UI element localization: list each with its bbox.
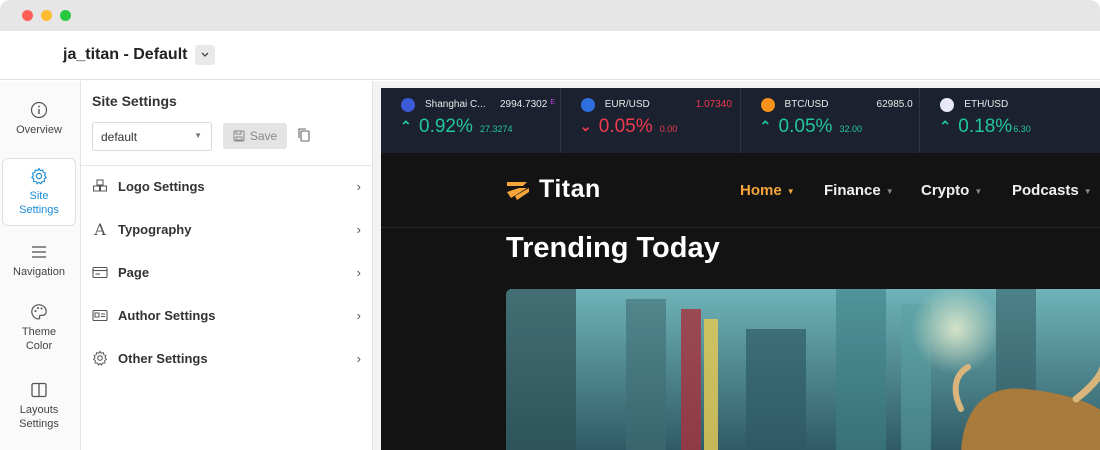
save-button-label: Save	[249, 129, 278, 143]
floppy-disk-icon	[233, 130, 245, 142]
bitcoin-icon	[760, 98, 775, 112]
menu-item-other-settings[interactable]: Other Settings ›	[81, 338, 372, 378]
ticker-price: 62985.0	[876, 99, 913, 110]
info-icon	[30, 101, 48, 119]
columns-icon	[31, 382, 47, 398]
caret-down-icon: ▼	[974, 186, 983, 196]
maximize-window-button[interactable]	[60, 10, 71, 21]
chevron-right-icon: ›	[356, 178, 361, 194]
caret-down-icon: ▼	[194, 131, 202, 140]
arrow-up-icon: ⌃	[939, 118, 952, 134]
caret-down-icon: ▼	[885, 186, 894, 196]
menu-item-label: Author Settings	[118, 307, 216, 323]
ethereum-icon	[940, 98, 955, 112]
panel-title: Site Settings	[92, 93, 177, 109]
palette-icon	[31, 304, 47, 320]
copy-icon[interactable]	[297, 127, 311, 143]
template-header: ja_titan - Default	[0, 31, 1100, 80]
ticker-change: 32.00	[839, 124, 863, 134]
minimize-window-button[interactable]	[41, 10, 52, 21]
save-button[interactable]: Save	[223, 123, 287, 149]
ticker-symbol: ETH/USD	[964, 99, 1009, 110]
site-logo[interactable]: Titan	[505, 175, 601, 204]
template-title: ja_titan - Default	[63, 46, 188, 63]
menu-item-page[interactable]: Page ›	[81, 252, 372, 292]
rail-item-overview[interactable]: Overview	[2, 101, 76, 137]
ticker-item[interactable]: Shanghai C... 2994.7302 E ⌃ 0.92% 27.3274	[381, 88, 561, 153]
ticker-change: 6.30	[1013, 124, 1031, 134]
caret-down-icon: ▼	[786, 186, 795, 196]
ticker-item[interactable]: ETH/USD ⌃ 0.18% 6.30	[920, 88, 1100, 153]
ticker-item[interactable]: EUR/USD 1.07340 ⌄ 0.05% 0.00	[561, 88, 741, 153]
shanghai-index-icon	[401, 98, 415, 112]
arrow-up-icon: ⌃	[759, 118, 772, 134]
site-preview[interactable]: Shanghai C... 2994.7302 E ⌃ 0.92% 27.3274…	[381, 88, 1100, 450]
arrow-up-icon: ⌃	[400, 118, 412, 134]
menu-item-logo-settings[interactable]: Logo Settings ›	[81, 166, 372, 206]
rail-item-site-settings[interactable]: Site Settings	[2, 158, 76, 226]
chevron-down-icon	[202, 52, 209, 57]
hero-illustration	[506, 289, 1100, 450]
rail-item-navigation[interactable]: Navigation	[2, 243, 76, 279]
rail-item-label: Navigation	[13, 266, 65, 278]
ticker-price: 2994.7302 E	[500, 99, 555, 110]
market-ticker: Shanghai C... 2994.7302 E ⌃ 0.92% 27.3274…	[381, 88, 1100, 153]
hamburger-icon	[32, 246, 46, 258]
chevron-right-icon: ›	[356, 307, 361, 323]
logo-text: Titan	[539, 175, 601, 203]
menu-item-label: Logo Settings	[118, 178, 205, 194]
gear-icon	[31, 167, 47, 185]
ticker-symbol: EUR/USD	[604, 99, 650, 110]
ticker-symbol: Shanghai C...	[425, 99, 486, 110]
rail-item-label: Layouts Settings	[19, 404, 59, 430]
ticker-percent: 0.92%	[419, 116, 473, 137]
globe-currency-icon	[580, 98, 595, 112]
ticker-percent: 0.05%	[598, 116, 653, 137]
app-window: ja_titan - Default Overview Site Setting…	[0, 0, 1100, 450]
ticker-symbol: BTC/USD	[784, 99, 829, 110]
titan-logo-icon	[507, 181, 529, 200]
preset-select[interactable]: default ▼	[92, 122, 212, 151]
ticker-item[interactable]: BTC/USD 62985.0 ⌃ 0.05% 32.00	[741, 88, 921, 153]
rail-item-layouts-settings[interactable]: Layouts Settings	[2, 381, 76, 431]
gear-icon	[91, 349, 109, 367]
card-icon	[91, 263, 109, 281]
menu-item-label: Other Settings	[118, 350, 208, 366]
ticker-change: 0.00	[659, 124, 678, 134]
nav-crypto[interactable]: Crypto ▼	[921, 182, 982, 199]
ticker-percent: 0.18%	[958, 116, 1013, 137]
settings-panel: Site Settings default ▼ Save Logo Settin…	[81, 81, 373, 450]
cubes-icon	[91, 177, 109, 195]
section-heading: Trending Today	[506, 232, 720, 264]
site-navbar: Titan Home ▼ Finance ▼ Crypto ▼ Podcasts ▼	[381, 153, 1100, 228]
chevron-right-icon: ›	[356, 350, 361, 366]
menu-item-label: Typography	[118, 221, 192, 237]
menu-item-author-settings[interactable]: Author Settings ›	[81, 295, 372, 335]
rail-item-theme-color[interactable]: Theme Color	[2, 303, 76, 353]
menu-item-typography[interactable]: A Typography ›	[81, 209, 372, 249]
nav-home[interactable]: Home ▼	[740, 182, 795, 199]
hero-image[interactable]	[506, 289, 1100, 450]
left-rail: Overview Site Settings Navigation Theme …	[0, 81, 81, 450]
close-window-button[interactable]	[22, 10, 33, 21]
rail-item-label: Site Settings	[19, 190, 59, 216]
arrow-down-icon: ⌄	[579, 118, 592, 134]
chevron-right-icon: ›	[356, 264, 361, 280]
ticker-price: 1.07340	[695, 99, 732, 110]
nav-finance[interactable]: Finance ▼	[824, 182, 894, 199]
caret-down-icon: ▼	[1083, 186, 1092, 196]
font-icon: A	[94, 219, 106, 239]
ticker-percent: 0.05%	[778, 116, 833, 137]
title-bar	[0, 0, 1100, 31]
menu-item-label: Page	[118, 264, 150, 280]
rail-item-label: Theme Color	[21, 326, 57, 352]
template-dropdown-button[interactable]	[195, 45, 216, 65]
rail-item-label: Overview	[16, 124, 62, 136]
preview-area: Shanghai C... 2994.7302 E ⌃ 0.92% 27.3274…	[373, 81, 1100, 450]
ticker-change: 27.3274	[480, 124, 513, 134]
id-card-icon	[91, 306, 109, 324]
preset-select-value: default	[101, 130, 138, 144]
nav-podcasts[interactable]: Podcasts ▼	[1012, 182, 1092, 199]
chevron-right-icon: ›	[356, 221, 361, 237]
